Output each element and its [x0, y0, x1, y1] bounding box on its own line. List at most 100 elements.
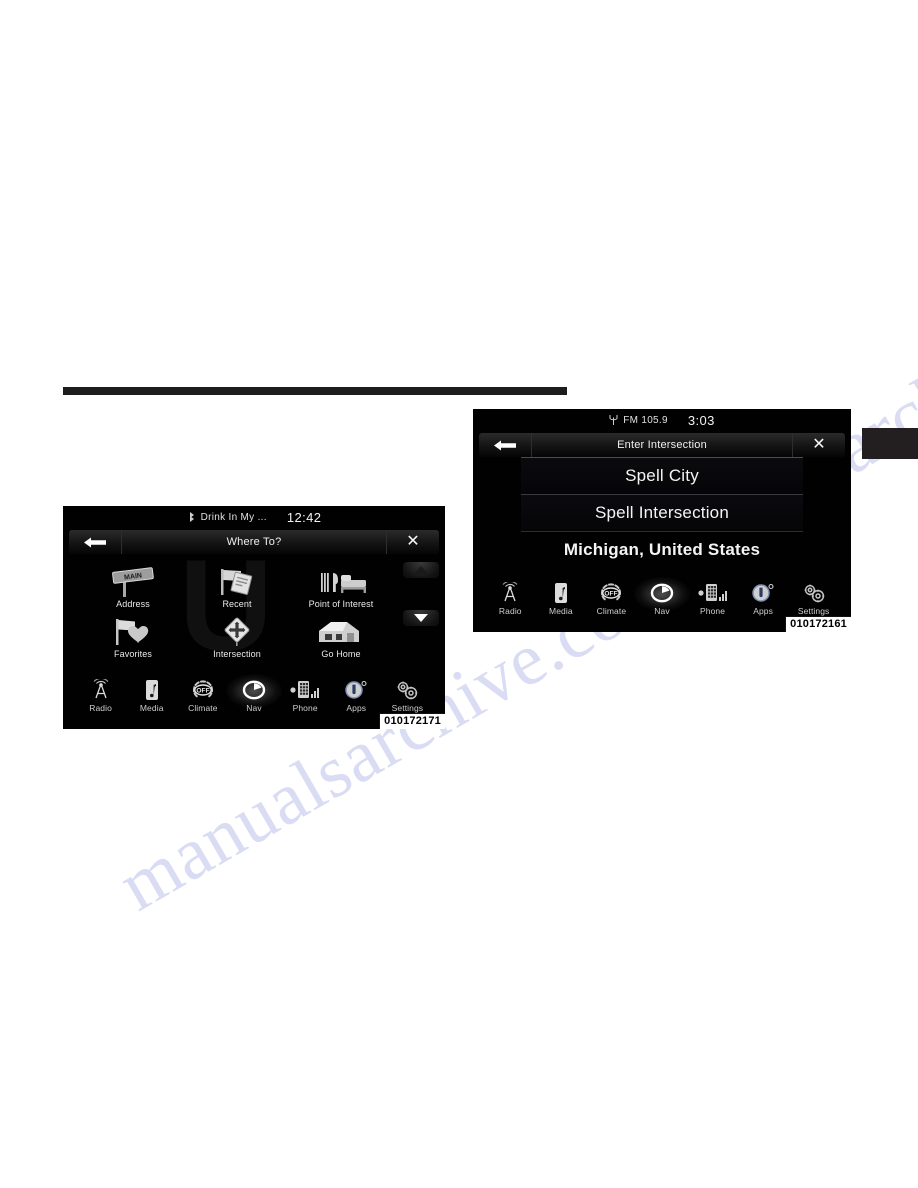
destination-address[interactable]: MAIN Address: [81, 560, 185, 610]
status-source-label: Drink In My ...: [200, 511, 267, 523]
apps-usb-icon: [750, 581, 776, 605]
climate-off-icon: OFF: [190, 678, 216, 702]
status-bar: FM 105.9 3:03: [473, 409, 851, 431]
taskbar-item-settings[interactable]: Settings: [792, 581, 836, 616]
section-rule: [63, 387, 567, 395]
taskbar-label: Climate: [596, 606, 627, 616]
climate-off-icon: OFF: [598, 581, 624, 605]
taskbar: Radio Media OFF Climate Nav Phone Apps S…: [473, 577, 851, 621]
destination-recent[interactable]: Recent: [185, 560, 289, 610]
taskbar-label: Settings: [391, 703, 424, 713]
taskbar-item-climate[interactable]: OFF Climate: [589, 581, 633, 616]
destination-point-of-interest[interactable]: Point of Interest: [289, 560, 393, 610]
taskbar-label: Phone: [699, 606, 726, 616]
scroll-up-button[interactable]: [403, 562, 439, 578]
destination-favorites[interactable]: Favorites: [81, 610, 185, 660]
taskbar-item-nav[interactable]: Nav: [225, 674, 282, 713]
close-icon: ✕: [812, 436, 826, 453]
taskbar-item-phone[interactable]: Phone: [691, 581, 735, 616]
taskbar-label: Climate: [188, 703, 218, 713]
taskbar-item-media[interactable]: Media: [130, 678, 174, 713]
taskbar: Radio Media OFF Climate Nav Phone Apps S…: [63, 674, 445, 718]
phone-keypad-icon: [697, 581, 728, 605]
close-button[interactable]: ✕: [386, 530, 439, 554]
settings-gears-icon: [800, 581, 828, 605]
destination-label: Address: [116, 599, 150, 609]
taskbar-label: Media: [549, 606, 573, 616]
scroll-up-arrow-icon: [414, 566, 428, 574]
chapter-edge-tab: [862, 428, 918, 459]
flag-heart-icon: [105, 617, 161, 647]
list-item[interactable]: Spell Intersection: [521, 494, 803, 531]
media-note-icon: [142, 678, 162, 702]
house-icon: [313, 617, 369, 647]
apps-usb-icon: [343, 678, 369, 702]
taskbar-item-media[interactable]: Media: [539, 581, 583, 616]
destination-label: Point of Interest: [308, 599, 374, 609]
climate-state-label: OFF: [196, 688, 209, 695]
back-button[interactable]: [69, 530, 122, 554]
fork-bed-icon: [312, 567, 370, 597]
taskbar-item-apps[interactable]: Apps: [741, 581, 785, 616]
list-item-label: Michigan, United States: [563, 540, 761, 559]
street-sign-icon: MAIN: [105, 567, 161, 597]
taskbar-label: Radio: [498, 606, 522, 616]
media-note-icon: [551, 581, 571, 605]
destination-intersection[interactable]: Intersection: [185, 610, 289, 660]
close-icon: ✕: [406, 533, 420, 550]
title-bar: Where To? ✕: [69, 530, 439, 554]
list-item-label: Spell Intersection: [594, 503, 729, 522]
destination-go-home[interactable]: Go Home: [289, 610, 393, 660]
taskbar-item-radio[interactable]: Radio: [488, 581, 532, 616]
screenshot-enter-intersection: FM 105.9 3:03 Enter Intersection ✕ Spell…: [473, 409, 851, 632]
taskbar-label: Media: [139, 703, 164, 713]
radio-tower-icon: [498, 581, 522, 605]
nav-compass-icon: [649, 581, 675, 605]
scroll-down-button[interactable]: [403, 610, 439, 626]
taskbar-label: Apps: [753, 606, 773, 616]
destination-label: Go Home: [321, 649, 361, 659]
taskbar-label: Nav: [246, 703, 262, 713]
list-item[interactable]: Spell City: [521, 457, 803, 494]
status-source: Drink In My ...: [187, 512, 267, 523]
taskbar-label: Apps: [346, 703, 367, 713]
scroll-down-arrow-icon: [414, 614, 428, 622]
back-arrow-icon: [84, 537, 106, 547]
taskbar-item-settings[interactable]: Settings: [385, 678, 429, 713]
taskbar-item-apps[interactable]: Apps: [334, 678, 378, 713]
intersection-option-list: Spell City Spell Intersection Michigan, …: [521, 457, 803, 568]
radio-tower-icon: [89, 678, 113, 702]
figure-number-badge: 010172171: [379, 713, 445, 729]
status-clock: 12:42: [286, 509, 322, 525]
destination-label: Favorites: [114, 649, 152, 659]
taskbar-label: Nav: [654, 606, 670, 616]
destination-label: Recent: [222, 599, 252, 609]
taskbar-label: Phone: [292, 703, 318, 713]
close-button[interactable]: ✕: [792, 433, 845, 457]
phone-keypad-icon: [290, 678, 320, 702]
climate-state-label: OFF: [605, 591, 618, 598]
screenshot-where-to: U Drink In My ... 12:42 Where To? ✕ MAIN…: [63, 506, 445, 729]
list-item[interactable]: Michigan, United States: [521, 531, 803, 568]
back-arrow-icon: [494, 440, 516, 450]
taskbar-item-phone[interactable]: Phone: [283, 678, 327, 713]
status-source: FM 105.9: [609, 415, 668, 426]
destination-grid: MAIN Address Recent Point of Interest Fa…: [81, 560, 393, 660]
destination-label: Intersection: [213, 649, 261, 659]
status-bar: Drink In My ... 12:42: [63, 506, 445, 528]
taskbar-item-nav[interactable]: Nav: [633, 577, 690, 616]
bluetooth-audio-icon: [187, 512, 196, 522]
settings-gears-icon: [393, 678, 421, 702]
screen-title: Where To?: [226, 536, 282, 548]
list-item-label: Spell City: [625, 466, 699, 485]
taskbar-item-radio[interactable]: Radio: [79, 678, 123, 713]
crossroads-diamond-icon: [215, 617, 259, 647]
nav-compass-icon: [241, 678, 267, 702]
radio-antenna-icon: [609, 415, 618, 425]
screen-title: Enter Intersection: [617, 439, 707, 451]
taskbar-label: Radio: [89, 703, 112, 713]
flag-document-icon: [211, 567, 263, 597]
taskbar-item-climate[interactable]: OFF Climate: [181, 678, 225, 713]
figure-number-badge: 010172161: [785, 616, 851, 632]
back-button[interactable]: [479, 433, 532, 457]
